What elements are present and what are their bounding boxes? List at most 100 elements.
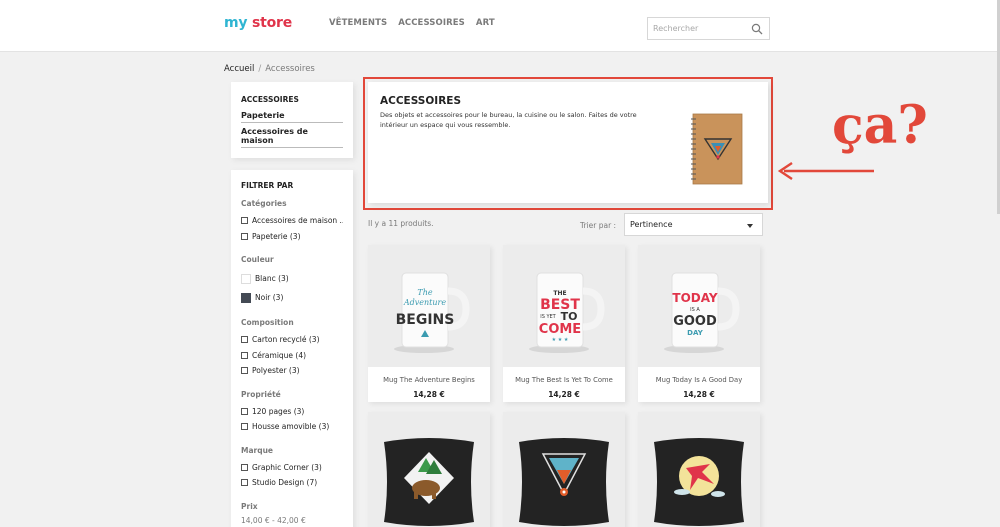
product-card[interactable] — [503, 412, 625, 527]
checkbox[interactable] — [241, 351, 248, 359]
filter-option[interactable]: Polyester (3) — [241, 363, 343, 379]
filter-option[interactable]: Graphic Corner (3) — [241, 460, 343, 476]
filter-option-label: Housse amovible (3) — [252, 422, 330, 432]
checkbox[interactable] — [241, 232, 248, 240]
product-name[interactable]: Mug Today Is A Good Day — [638, 376, 760, 384]
mug-print-text: The — [417, 288, 432, 297]
mug-print-text: GOOD — [673, 314, 717, 329]
pillow-image — [519, 438, 609, 526]
mug-print-text: Adventure — [403, 298, 446, 307]
logo-my: my — [224, 15, 248, 31]
filter-group-categories: Catégories Accessoires de maison ... Pap… — [241, 199, 343, 244]
category-description: Des objets et accessoires pour le bureau… — [380, 111, 637, 129]
filter-option[interactable]: Carton recyclé (3) — [241, 332, 343, 348]
store-logo[interactable]: my store — [224, 15, 292, 31]
filter-option-label: Graphic Corner (3) — [252, 462, 322, 472]
product-card[interactable]: The Adventure BEGINS Mug The Adventure B… — [368, 245, 490, 402]
filter-option[interactable]: Papeterie (3) — [241, 229, 343, 245]
product-image[interactable] — [368, 412, 490, 527]
filter-group-title: Propriété — [241, 389, 281, 399]
filter-group-price: Prix 14,00 € - 42,00 € — [241, 502, 343, 525]
breadcrumb: Accueil / Accessoires — [224, 64, 315, 74]
filter-group-brand: Marque Graphic Corner (3) Studio Design … — [241, 446, 343, 491]
product-image[interactable] — [503, 412, 625, 527]
nav-accessoires[interactable]: ACCESSOIRES — [398, 18, 465, 28]
price-range: 14,00 € - 42,00 € — [241, 515, 306, 525]
filter-option[interactable]: Noir (3) — [241, 288, 343, 307]
breadcrumb-home[interactable]: Accueil — [224, 64, 254, 74]
checkbox[interactable] — [241, 336, 248, 344]
nav-vetements[interactable]: VÊTEMENTS — [329, 18, 387, 28]
filter-option-label: Blanc (3) — [255, 274, 289, 283]
mug-print-text: IS A — [690, 307, 700, 313]
breadcrumb-separator: / — [258, 64, 262, 74]
sort-select[interactable]: Pertinence — [624, 213, 763, 236]
product-count: Il y a 11 produits. — [368, 219, 434, 228]
checkbox[interactable] — [241, 479, 248, 487]
product-price: 14,28 € — [413, 390, 445, 399]
product-image[interactable] — [638, 412, 760, 527]
notebook-image — [691, 113, 743, 185]
mug-print-text: DAY — [687, 329, 704, 337]
svg-text:★ ★ ★: ★ ★ ★ — [552, 337, 569, 343]
filter-group-composition: Composition Carton recyclé (3) Céramique… — [241, 318, 343, 379]
breadcrumb-current[interactable]: Accessoires — [265, 64, 315, 74]
logo-store: store — [252, 15, 293, 31]
filter-option[interactable]: 120 pages (3) — [241, 404, 343, 420]
product-card[interactable]: THE BEST IS YET TO COME ★ ★ ★ Mug The Be… — [503, 245, 625, 402]
mug-image: THE BEST IS YET TO COME ★ ★ ★ — [529, 272, 605, 353]
filter-option-label: Polyester (3) — [252, 366, 300, 376]
subcategory-papeterie[interactable]: Papeterie — [241, 111, 343, 123]
checkbox[interactable] — [241, 423, 248, 431]
nav-art[interactable]: ART — [476, 18, 495, 28]
category-title: ACCESSOIRES — [380, 95, 462, 107]
mug-print-text: BEGINS — [396, 312, 455, 328]
filter-option[interactable]: Blanc (3) — [241, 269, 343, 288]
product-name[interactable]: Mug The Adventure Begins — [368, 376, 490, 384]
product-card[interactable] — [368, 412, 490, 527]
annotation-arrow — [777, 162, 874, 180]
checkbox[interactable] — [241, 407, 248, 415]
sort-label: Trier par : — [580, 221, 617, 230]
search-input[interactable] — [648, 18, 748, 39]
search-icon[interactable] — [751, 23, 763, 35]
filter-option[interactable]: Housse amovible (3) — [241, 419, 343, 435]
filter-option-label: Papeterie (3) — [252, 231, 301, 241]
product-image[interactable]: The Adventure BEGINS — [368, 245, 490, 367]
pillow-image — [654, 438, 744, 526]
filter-block: FILTRER PAR Catégories Accessoires de ma… — [231, 170, 353, 527]
annotation-text: ça? — [832, 95, 928, 156]
filter-option[interactable]: Céramique (4) — [241, 348, 343, 364]
main-nav: VÊTEMENTS ACCESSOIRES ART — [329, 18, 495, 28]
checkbox[interactable] — [241, 217, 248, 225]
filter-option[interactable]: Accessoires de maison ... — [241, 213, 343, 229]
site-header: my store VÊTEMENTS ACCESSOIRES ART — [0, 0, 1000, 52]
checkbox[interactable] — [241, 463, 248, 471]
color-swatch-white[interactable] — [241, 273, 251, 284]
subcategory-block: ACCESSOIRES Papeterie Accessoires de mai… — [231, 82, 353, 158]
product-name[interactable]: Mug The Best Is Yet To Come — [503, 376, 625, 384]
product-image[interactable]: THE BEST IS YET TO COME ★ ★ ★ — [503, 245, 625, 367]
filter-option[interactable]: Studio Design (7) — [241, 475, 343, 491]
product-price: 14,28 € — [683, 390, 715, 399]
filter-group-color: Couleur Blanc (3) Noir (3) — [241, 255, 343, 307]
product-price: 14,28 € — [548, 390, 580, 399]
mug-image: TODAY IS A GOOD DAY — [664, 272, 740, 353]
filter-group-title: Catégories — [241, 199, 287, 208]
filter-title: FILTRER PAR — [241, 181, 294, 190]
product-card[interactable] — [638, 412, 760, 527]
subcategory-accessoires-maison[interactable]: Accessoires de maison — [241, 127, 343, 148]
color-swatch-black[interactable] — [241, 292, 251, 303]
filter-option-label: Noir (3) — [255, 293, 284, 302]
checkbox[interactable] — [241, 367, 248, 375]
filter-option-label: Studio Design (7) — [252, 478, 318, 488]
subcategory-title[interactable]: ACCESSOIRES — [241, 95, 343, 104]
filter-option-label: Céramique (4) — [252, 350, 307, 360]
filter-group-property: Propriété 120 pages (3) Housse amovible … — [241, 390, 343, 435]
product-image[interactable]: TODAY IS A GOOD DAY — [638, 245, 760, 367]
mug-print-text: THE — [553, 290, 566, 297]
filter-group-title: Marque — [241, 445, 274, 455]
product-card[interactable]: TODAY IS A GOOD DAY Mug Today Is A Good … — [638, 245, 760, 402]
pillow-image — [384, 438, 474, 526]
filter-group-title: Composition — [241, 318, 294, 327]
